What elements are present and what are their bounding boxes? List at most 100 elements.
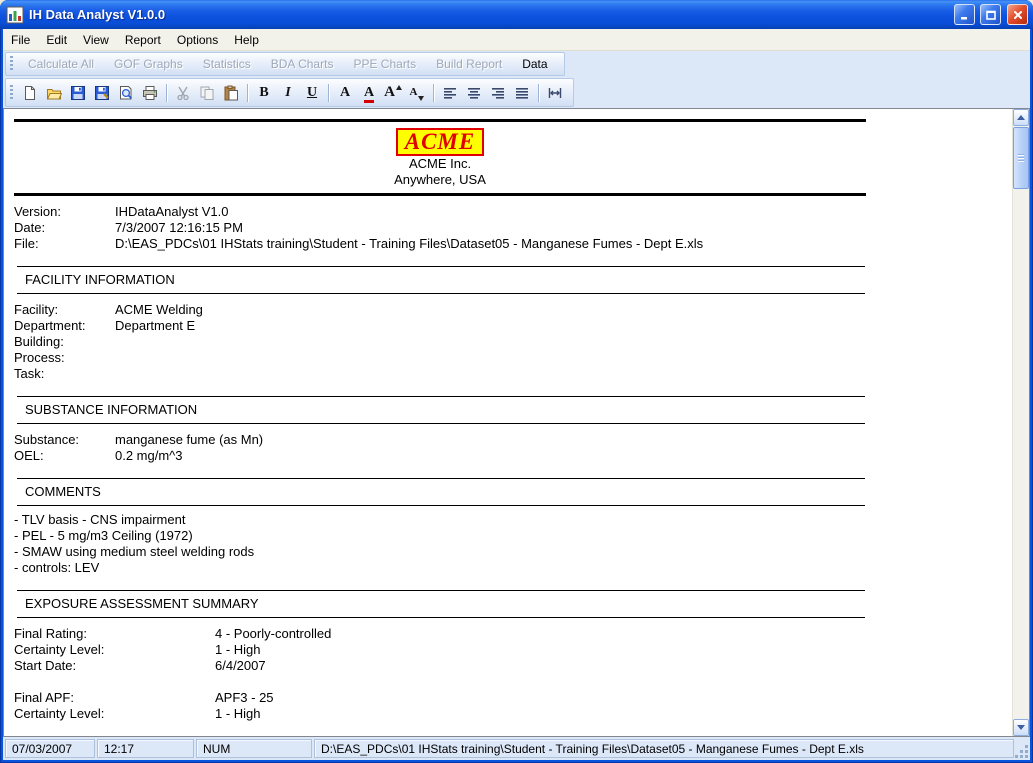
print-preview-button[interactable] xyxy=(114,81,138,105)
field-label: Department: xyxy=(14,318,115,334)
build-report-button: Build Report xyxy=(426,54,512,74)
field-value: ACME Welding xyxy=(115,302,203,318)
print-button[interactable] xyxy=(138,81,162,105)
field-label: Date: xyxy=(14,220,115,236)
field-value: 1 - High xyxy=(215,642,261,658)
report-toolbar: Calculate All GOF Graphs Statistics BDA … xyxy=(3,51,1030,77)
paste-button[interactable] xyxy=(219,81,243,105)
maximize-button[interactable] xyxy=(980,4,1001,25)
grow-font-icon: A xyxy=(384,85,395,100)
report-rule-thick xyxy=(14,193,866,196)
scroll-up-button[interactable] xyxy=(1013,109,1029,126)
font-button[interactable]: A xyxy=(333,81,357,105)
toolbar-separator xyxy=(328,84,329,102)
maximize-icon xyxy=(985,9,997,21)
increase-arrow-icon xyxy=(396,85,402,90)
field-building: Building: xyxy=(14,334,1012,350)
toolbar-grip[interactable] xyxy=(10,85,13,101)
decrease-arrow-icon xyxy=(418,96,424,101)
align-left-button[interactable] xyxy=(438,81,462,105)
field-value: Department E xyxy=(115,318,195,334)
field-label: File: xyxy=(14,236,115,252)
menu-options[interactable]: Options xyxy=(169,30,226,50)
comment-line: - PEL - 5 mg/m3 Ceiling (1972) xyxy=(14,528,1012,544)
menu-bar: File Edit View Report Options Help xyxy=(3,29,1030,51)
italic-icon: I xyxy=(285,86,290,100)
font-color-icon: A xyxy=(364,86,374,100)
menu-edit[interactable]: Edit xyxy=(38,30,75,50)
field-process: Process: xyxy=(14,350,1012,366)
section-header-substance: SUBSTANCE INFORMATION xyxy=(17,396,865,424)
cut-icon xyxy=(175,85,191,101)
scroll-down-button[interactable] xyxy=(1013,719,1029,736)
scrollbar-thumb[interactable] xyxy=(1013,127,1029,189)
section-header-comments: COMMENTS xyxy=(17,478,865,506)
align-right-icon xyxy=(490,85,506,101)
align-center-button[interactable] xyxy=(462,81,486,105)
status-num-lock: NUM xyxy=(196,739,312,758)
exposure-section-body: Final Rating: 4 - Poorly-controlled Cert… xyxy=(14,626,1012,722)
field-label: Process: xyxy=(14,350,115,366)
calculate-all-button: Calculate All xyxy=(18,54,104,74)
field-substance: Substance: manganese fume (as Mn) xyxy=(14,432,1012,448)
field-date: Date: 7/3/2007 12:16:15 PM xyxy=(14,220,1012,236)
grow-font-button[interactable]: A xyxy=(381,81,405,105)
print-icon xyxy=(142,85,158,101)
resize-grip[interactable] xyxy=(1015,745,1029,759)
vertical-scrollbar[interactable] xyxy=(1012,109,1029,736)
field-label: Final Rating: xyxy=(14,626,215,642)
field-department: Department: Department E xyxy=(14,318,1012,334)
menu-report[interactable]: Report xyxy=(117,30,169,50)
section-title: FACILITY INFORMATION xyxy=(25,272,175,287)
minimize-button[interactable] xyxy=(954,4,975,25)
justify-button[interactable] xyxy=(510,81,534,105)
field-task: Task: xyxy=(14,366,1012,382)
close-icon xyxy=(1012,9,1024,21)
field-start-date: Start Date: 6/4/2007 xyxy=(14,658,1012,674)
close-button[interactable] xyxy=(1007,4,1028,25)
field-version: Version: IHDataAnalyst V1.0 xyxy=(14,204,1012,220)
data-button[interactable]: Data xyxy=(512,54,557,74)
bold-button[interactable]: B xyxy=(252,81,276,105)
section-title: SUBSTANCE INFORMATION xyxy=(25,402,197,417)
field-value: 4 - Poorly-controlled xyxy=(215,626,331,642)
menu-view[interactable]: View xyxy=(75,30,117,50)
field-value: 1 - High xyxy=(215,706,261,722)
open-button[interactable] xyxy=(42,81,66,105)
field-label: OEL: xyxy=(14,448,115,464)
menu-file[interactable]: File xyxy=(3,30,38,50)
save-button[interactable] xyxy=(66,81,90,105)
report-meta: Version: IHDataAnalyst V1.0 Date: 7/3/20… xyxy=(14,204,1012,252)
font-color-button[interactable]: A xyxy=(357,81,381,105)
page-width-button[interactable] xyxy=(543,81,567,105)
ppe-charts-button: PPE Charts xyxy=(343,54,426,74)
toolbar-separator xyxy=(433,84,434,102)
field-value: 6/4/2007 xyxy=(215,658,266,674)
underline-button[interactable]: U xyxy=(300,81,324,105)
menu-help[interactable]: Help xyxy=(226,30,267,50)
italic-button[interactable]: I xyxy=(276,81,300,105)
toolbar-grip[interactable] xyxy=(10,56,13,72)
print-preview-icon xyxy=(118,85,134,101)
save-as-button[interactable] xyxy=(90,81,114,105)
section-header-exposure: EXPOSURE ASSESSMENT SUMMARY xyxy=(17,590,865,618)
title-bar[interactable]: IH Data Analyst V1.0.0 xyxy=(0,0,1033,29)
bda-charts-button: BDA Charts xyxy=(261,54,344,74)
shrink-font-button[interactable]: A xyxy=(405,81,429,105)
comment-line: - SMAW using medium steel welding rods xyxy=(14,544,1012,560)
statistics-button: Statistics xyxy=(193,54,261,74)
gof-graphs-button: GOF Graphs xyxy=(104,54,193,74)
field-label: Certainty Level: xyxy=(14,706,215,722)
bold-icon: B xyxy=(259,86,268,100)
field-certainty-level: Certainty Level: 1 - High xyxy=(14,642,1012,658)
minimize-icon xyxy=(959,9,971,21)
font-icon: A xyxy=(340,86,350,100)
new-button[interactable] xyxy=(18,81,42,105)
align-right-button[interactable] xyxy=(486,81,510,105)
standard-toolbar: B I U A A A xyxy=(3,77,1030,108)
shrink-font-icon: A xyxy=(410,87,418,98)
field-value: D:\EAS_PDCs\01 IHStats training\Student … xyxy=(115,236,703,252)
facility-section-body: Facility: ACME Welding Department: Depar… xyxy=(14,302,1012,382)
new-document-icon xyxy=(22,85,38,101)
field-label: Version: xyxy=(14,204,115,220)
